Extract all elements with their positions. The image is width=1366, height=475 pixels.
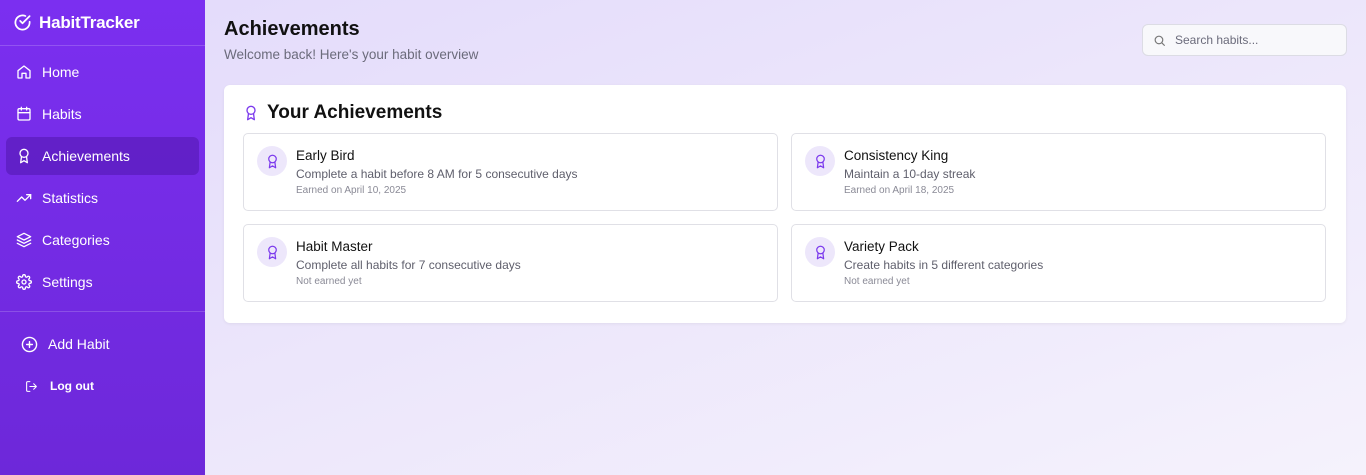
calendar-icon bbox=[16, 106, 32, 122]
home-icon bbox=[16, 64, 32, 80]
trending-up-icon bbox=[16, 190, 32, 206]
achievement-badge bbox=[257, 237, 287, 267]
award-icon bbox=[265, 245, 280, 260]
sidebar-item-home[interactable]: Home bbox=[6, 53, 199, 91]
achievement-card-variety-pack[interactable]: Variety Pack Create habits in 5 differen… bbox=[791, 224, 1326, 302]
achievement-name: Variety Pack bbox=[844, 239, 919, 254]
sidebar: HabitTracker Home Habits Achievements St… bbox=[0, 0, 205, 475]
achievement-badge bbox=[257, 146, 287, 176]
sidebar-item-achievements[interactable]: Achievements bbox=[6, 137, 199, 175]
brand-name: HabitTracker bbox=[39, 12, 140, 32]
achievement-status: Earned on April 18, 2025 bbox=[844, 185, 955, 196]
sidebar-item-label: Statistics bbox=[42, 190, 99, 206]
achievement-card-consistency-king[interactable]: Consistency King Maintain a 10-day strea… bbox=[791, 133, 1326, 211]
search-box[interactable] bbox=[1142, 24, 1347, 56]
achievements-header: Your Achievements bbox=[243, 101, 1327, 125]
sidebar-item-habits[interactable]: Habits bbox=[6, 95, 199, 133]
check-circle-icon bbox=[13, 13, 32, 32]
achievement-badge bbox=[805, 146, 835, 176]
award-icon bbox=[813, 154, 828, 169]
achievement-status: Not earned yet bbox=[296, 276, 362, 287]
achievement-description: Maintain a 10-day streak bbox=[844, 167, 976, 181]
layers-icon bbox=[16, 232, 32, 248]
award-icon bbox=[243, 105, 259, 121]
achievement-badge bbox=[805, 237, 835, 267]
achievement-name: Consistency King bbox=[844, 148, 949, 163]
achievement-text: Habit Master Complete all habits for 7 c… bbox=[296, 237, 521, 301]
sidebar-item-label: Settings bbox=[42, 274, 93, 290]
award-icon bbox=[265, 154, 280, 169]
sidebar-item-settings[interactable]: Settings bbox=[6, 263, 199, 301]
achievement-name: Early Bird bbox=[296, 148, 355, 163]
achievement-description: Complete all habits for 7 consecutive da… bbox=[296, 258, 521, 272]
sidebar-nav: Home Habits Achievements Statistics Cate… bbox=[0, 46, 205, 309]
plus-circle-icon bbox=[21, 336, 38, 353]
gear-icon bbox=[16, 274, 32, 290]
logout-button[interactable]: Log out bbox=[0, 369, 205, 403]
achievement-name: Habit Master bbox=[296, 239, 373, 254]
add-habit-label: Add Habit bbox=[48, 336, 110, 352]
sidebar-item-label: Achievements bbox=[42, 148, 130, 164]
achievement-description: Create habits in 5 different categories bbox=[844, 258, 1044, 272]
achievement-status: Not earned yet bbox=[844, 276, 910, 287]
achievements-grid: Early Bird Complete a habit before 8 AM … bbox=[243, 133, 1327, 302]
award-icon bbox=[16, 148, 32, 164]
sidebar-item-label: Home bbox=[42, 64, 80, 80]
achievement-text: Variety Pack Create habits in 5 differen… bbox=[844, 237, 1043, 301]
achievement-card-habit-master[interactable]: Habit Master Complete all habits for 7 c… bbox=[243, 224, 778, 302]
sidebar-divider bbox=[0, 311, 205, 312]
main-content: Achievements Welcome back! Here's your h… bbox=[205, 0, 1366, 475]
sidebar-item-label: Categories bbox=[42, 232, 110, 248]
achievement-card-early-bird[interactable]: Early Bird Complete a habit before 8 AM … bbox=[243, 133, 778, 211]
add-habit-button[interactable]: Add Habit bbox=[0, 325, 205, 363]
brand[interactable]: HabitTracker bbox=[0, 0, 205, 46]
achievement-status: Earned on April 10, 2025 bbox=[296, 185, 407, 196]
sidebar-item-categories[interactable]: Categories bbox=[6, 221, 199, 259]
achievement-text: Early Bird Complete a habit before 8 AM … bbox=[296, 146, 578, 210]
log-out-icon bbox=[25, 380, 38, 393]
award-icon bbox=[813, 245, 828, 260]
search-input[interactable] bbox=[1175, 33, 1335, 47]
sidebar-item-statistics[interactable]: Statistics bbox=[6, 179, 199, 217]
search-icon bbox=[1153, 34, 1166, 47]
achievements-title: Your Achievements bbox=[267, 102, 443, 123]
achievement-text: Consistency King Maintain a 10-day strea… bbox=[844, 146, 975, 210]
achievements-panel: Your Achievements Early Bird Complete a … bbox=[224, 85, 1346, 323]
logout-label: Log out bbox=[50, 379, 94, 393]
achievement-description: Complete a habit before 8 AM for 5 conse… bbox=[296, 167, 578, 181]
sidebar-item-label: Habits bbox=[42, 106, 82, 122]
